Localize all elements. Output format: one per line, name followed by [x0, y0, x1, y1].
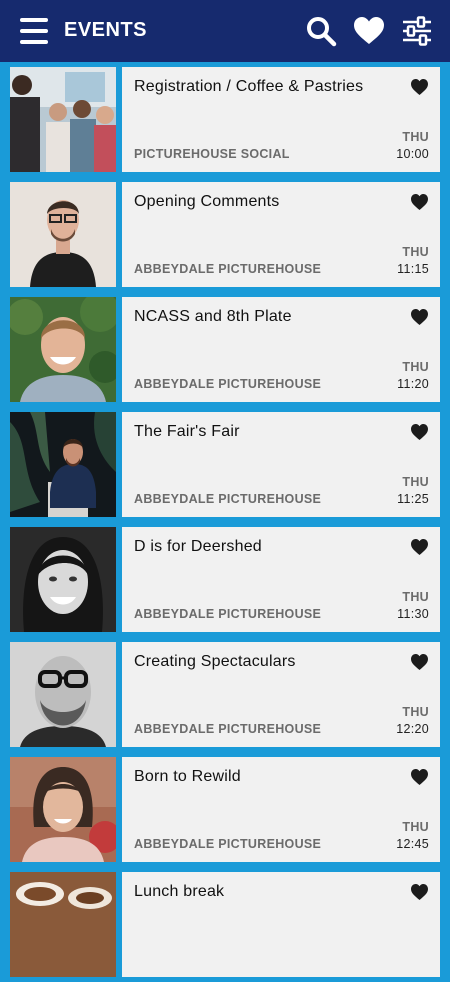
filter-sliders-icon[interactable] [400, 14, 434, 48]
man-with-glasses-photo [10, 182, 116, 287]
favorite-heart-icon[interactable] [410, 308, 429, 326]
event-time: 10:00 [396, 147, 429, 161]
event-row[interactable]: Opening Comments ABBEYDALE PICTUREHOUSE … [0, 177, 450, 292]
event-time: 12:20 [396, 722, 429, 736]
event-venue: ABBEYDALE PICTUREHOUSE [134, 377, 322, 391]
event-venue: ABBEYDALE PICTUREHOUSE [134, 607, 322, 621]
event-row[interactable]: Lunch break [0, 867, 450, 982]
event-title: Registration / Coffee & Pastries [134, 78, 364, 95]
event-day: THU [402, 820, 429, 834]
page-title: EVENTS [64, 19, 148, 41]
event-day: THU [402, 705, 429, 719]
event-venue: ABBEYDALE PICTUREHOUSE [134, 492, 322, 506]
event-row[interactable]: Born to Rewild ABBEYDALE PICTUREHOUSE TH… [0, 752, 450, 867]
event-venue: ABBEYDALE PICTUREHOUSE [134, 262, 322, 276]
event-title: Creating Spectaculars [134, 653, 296, 670]
event-title: The Fair's Fair [134, 423, 240, 440]
seated-man-photo [10, 412, 116, 517]
top-app-bar: EVENTS [0, 0, 450, 62]
event-card[interactable]: NCASS and 8th Plate ABBEYDALE PICTUREHOU… [122, 297, 440, 402]
event-time: 12:45 [396, 837, 429, 851]
event-card[interactable]: The Fair's Fair ABBEYDALE PICTUREHOUSE T… [122, 412, 440, 517]
favorite-heart-icon[interactable] [410, 423, 429, 441]
event-list[interactable]: Registration / Coffee & Pastries PICTURE… [0, 62, 450, 977]
event-venue: ABBEYDALE PICTUREHOUSE [134, 722, 322, 736]
event-day: THU [402, 590, 429, 604]
event-row[interactable]: NCASS and 8th Plate ABBEYDALE PICTUREHOU… [0, 292, 450, 407]
search-icon[interactable] [304, 14, 338, 48]
menu-icon[interactable] [20, 16, 48, 46]
favorite-heart-icon[interactable] [410, 653, 429, 671]
favorite-heart-icon[interactable] [410, 538, 429, 556]
favorite-heart-icon[interactable] [410, 768, 429, 786]
event-time: 11:20 [397, 377, 429, 391]
smiling-man-photo [10, 297, 116, 402]
event-title: Lunch break [134, 883, 225, 900]
event-row[interactable]: Creating Spectaculars ABBEYDALE PICTUREH… [0, 637, 450, 752]
event-day: THU [402, 245, 429, 259]
event-time: 11:25 [397, 492, 429, 506]
bearded-man-photo [10, 642, 116, 747]
favorite-heart-icon[interactable] [410, 883, 429, 901]
woman-portrait-photo [10, 527, 116, 632]
event-card[interactable]: Lunch break [122, 872, 440, 977]
event-venue: PICTUREHOUSE SOCIAL [134, 147, 290, 161]
event-title: Born to Rewild [134, 768, 241, 785]
event-card[interactable]: D is for Deershed ABBEYDALE PICTUREHOUSE… [122, 527, 440, 632]
favorite-heart-icon[interactable] [410, 193, 429, 211]
event-day: THU [402, 130, 429, 144]
event-title: D is for Deershed [134, 538, 262, 555]
event-row[interactable]: D is for Deershed ABBEYDALE PICTUREHOUSE… [0, 522, 450, 637]
event-time: 11:15 [397, 262, 429, 276]
event-row[interactable]: The Fair's Fair ABBEYDALE PICTUREHOUSE T… [0, 407, 450, 522]
favorite-heart-icon[interactable] [410, 78, 429, 96]
event-day: THU [402, 475, 429, 489]
event-title: Opening Comments [134, 193, 280, 210]
group-of-people-photo [10, 67, 116, 172]
event-row[interactable]: Registration / Coffee & Pastries PICTURE… [0, 62, 450, 177]
event-card[interactable]: Born to Rewild ABBEYDALE PICTUREHOUSE TH… [122, 757, 440, 862]
event-card[interactable]: Creating Spectaculars ABBEYDALE PICTUREH… [122, 642, 440, 747]
event-time: 11:30 [397, 607, 429, 621]
woman-with-fringe-photo [10, 757, 116, 862]
event-card[interactable]: Registration / Coffee & Pastries PICTURE… [122, 67, 440, 172]
event-card[interactable]: Opening Comments ABBEYDALE PICTUREHOUSE … [122, 182, 440, 287]
heart-icon[interactable] [352, 14, 386, 48]
event-title: NCASS and 8th Plate [134, 308, 292, 325]
event-venue: ABBEYDALE PICTUREHOUSE [134, 837, 322, 851]
event-day: THU [402, 360, 429, 374]
coffee-cups-photo [10, 872, 116, 977]
